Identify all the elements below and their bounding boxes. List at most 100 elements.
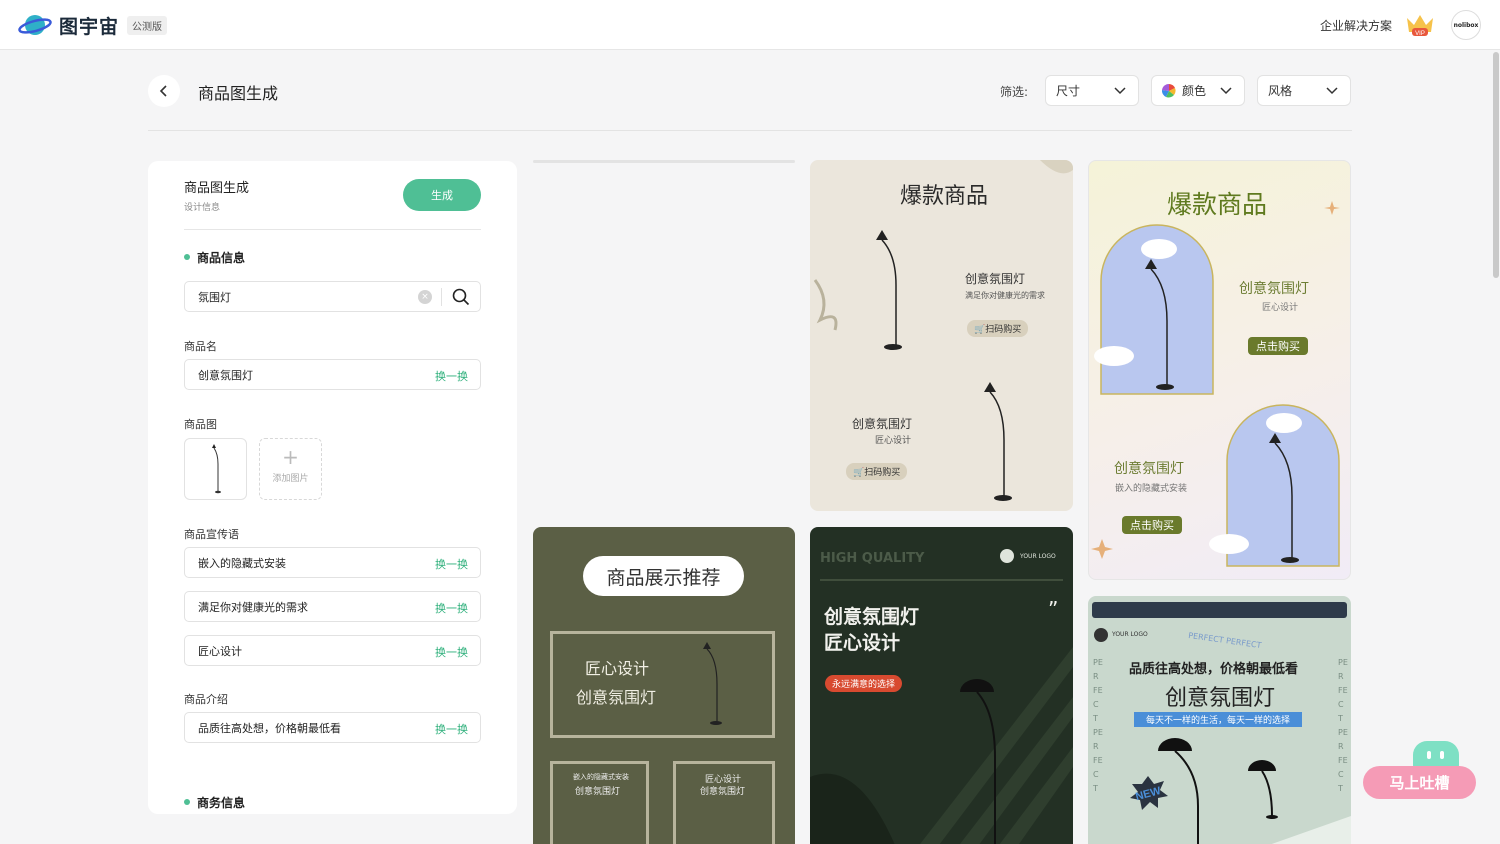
color-filter-select[interactable]: 颜色 — [1151, 75, 1245, 106]
card-product-name: 创意氛围灯 — [852, 417, 913, 431]
swap-button[interactable]: 换一换 — [435, 644, 468, 660]
buy-button[interactable]: 🛒扫码购买 — [846, 463, 908, 480]
page-scrollbar-thumb[interactable] — [1493, 52, 1499, 278]
size-filter-select[interactable]: 尺寸 — [1045, 75, 1139, 106]
logo-icon — [1094, 628, 1108, 642]
slogan-value: 嵌入的隐藏式安装 — [198, 556, 286, 570]
buy-button[interactable]: 🛒扫码购买 — [967, 320, 1029, 337]
card-logo-text: YOUR LOGO — [1112, 631, 1148, 638]
card-headline: 爆款商品 — [1167, 190, 1268, 219]
header-divider — [148, 130, 1352, 131]
cart-icon: 🛒 — [853, 468, 865, 478]
card-tag: 永远满意的选择 — [825, 675, 903, 692]
card-top-strip — [1092, 602, 1347, 618]
card-line-1: 品质往高处想，价格朝最低看 — [1129, 662, 1299, 677]
result-card-loading[interactable] — [533, 160, 795, 163]
card-small-text: 创意氛围灯 — [575, 787, 621, 797]
top-bar: 图宇宙 公测版 企业解决方案 VIP nolibox — [0, 0, 1500, 50]
feedback-label: 马上吐槽 — [1363, 766, 1476, 799]
planet-logo-icon[interactable] — [18, 11, 52, 39]
chevron-down-icon — [1220, 87, 1232, 95]
intro-value: 品质往高处想，价格朝最低看 — [198, 721, 341, 735]
feedback-button[interactable]: 马上吐槽 — [1363, 741, 1476, 799]
card-product-name: 创意氛围灯 — [1239, 281, 1309, 297]
product-search-input[interactable]: 氛围灯 × — [184, 281, 481, 312]
product-image-thumbnail[interactable] — [184, 438, 247, 500]
enterprise-solutions-link[interactable]: 企业解决方案 — [1320, 17, 1392, 34]
product-info-heading: 商品信息 — [184, 249, 245, 266]
beta-badge: 公测版 — [127, 16, 167, 35]
search-icon[interactable] — [452, 288, 470, 306]
card-product-name: 创意氛围灯 — [1114, 461, 1184, 477]
page-title: 商品图生成 — [198, 84, 279, 103]
intro-label: 商品介绍 — [184, 693, 228, 706]
slogan-label: 商品宣传语 — [184, 528, 239, 541]
style-filter-label: 风格 — [1268, 84, 1293, 98]
card-illustration: NEW — [1130, 738, 1351, 844]
card-product-desc: 满足你对健康光的需求 — [965, 291, 1045, 300]
card-subtitle: 每天不一样的生活，每天一样的选择 — [1134, 712, 1303, 727]
chevron-left-icon — [159, 85, 167, 97]
vip-label: VIP — [1415, 31, 1425, 37]
card-product-desc: 匠心设计 — [1262, 303, 1299, 313]
buy-button[interactable]: 点击购买 — [1122, 516, 1182, 534]
design-info-panel: 商品图生成 设计信息 生成 商品信息 氛围灯 × 商品名 创意氛围灯 换一换 商… — [148, 161, 517, 814]
swap-button[interactable]: 换一换 — [435, 368, 468, 384]
card-title-1: 创意氛围灯 — [824, 606, 920, 628]
search-value: 氛围灯 — [198, 290, 231, 304]
chevron-down-icon — [1326, 87, 1338, 95]
swap-button[interactable]: 换一换 — [435, 556, 468, 572]
result-card-olive[interactable]: 商品展示推荐 匠心设计 创意氛围灯 嵌入的隐藏式安装 创意氛围灯 匠心设计 创意… — [533, 527, 795, 844]
quote-mark: ” — [1048, 597, 1059, 621]
chevron-down-icon — [1114, 87, 1126, 95]
card-line-1: 匠心设计 — [585, 659, 650, 678]
back-button[interactable] — [148, 75, 180, 107]
style-filter-select[interactable]: 风格 — [1257, 75, 1351, 106]
result-card-sage[interactable]: YOUR LOGO PERFECT PERFECT 品质往高处想，价格朝最低看 … — [1088, 596, 1351, 844]
card-small-text: 创意氛围灯 — [700, 787, 746, 797]
card-product-desc: 嵌入的隐藏式安装 — [1115, 484, 1188, 494]
generate-button[interactable]: 生成 — [403, 179, 481, 211]
user-avatar[interactable]: nolibox — [1451, 10, 1481, 40]
product-image-label: 商品图 — [184, 418, 217, 431]
add-image-label: 添加图片 — [272, 474, 309, 484]
swap-button[interactable]: 换一换 — [435, 721, 468, 737]
lamp-image — [703, 642, 722, 725]
slogan-value: 匠心设计 — [198, 644, 242, 658]
color-wheel-icon — [1162, 83, 1176, 98]
lamp-image — [212, 444, 221, 494]
slogan-field-1[interactable]: 嵌入的隐藏式安装 换一换 — [184, 547, 481, 578]
panel-subtitle: 设计信息 — [184, 203, 221, 213]
card-line-2: 创意氛围灯 — [576, 688, 657, 707]
result-card-pastel[interactable]: 爆款商品 创意氛围灯 匠心设计 点击购买 创意氛围灯 嵌入的隐藏式安装 点击购买 — [1088, 160, 1351, 580]
color-filter-label: 颜色 — [1182, 84, 1207, 98]
swap-button[interactable]: 换一换 — [435, 600, 468, 616]
vip-crown-icon[interactable]: VIP — [1405, 12, 1435, 38]
card-logo-text: YOUR LOGO — [1020, 553, 1056, 560]
size-filter-label: 尺寸 — [1056, 84, 1081, 98]
card-top-text: HIGH QUALITY — [820, 551, 925, 566]
product-name-label: 商品名 — [184, 340, 217, 353]
card-illustration — [813, 160, 1073, 501]
result-card-dark-green[interactable]: HIGH QUALITY YOUR LOGO 创意氛围灯 匠心设计 ” 永远满意… — [810, 527, 1073, 844]
card-perfect-text: PERFECT PERFECT — [1187, 630, 1262, 651]
card-headline: 商品展示推荐 — [583, 556, 744, 596]
clear-icon[interactable]: × — [418, 290, 432, 304]
product-name-value: 创意氛围灯 — [198, 368, 253, 382]
buy-label: 扫码购买 — [985, 325, 1022, 335]
filter-label: 筛选: — [1000, 85, 1029, 99]
card-headline: 爆款商品 — [900, 184, 989, 209]
card-product-desc: 匠心设计 — [875, 436, 912, 446]
slogan-field-3[interactable]: 匠心设计 换一换 — [184, 635, 481, 666]
intro-field[interactable]: 品质往高处想，价格朝最低看 换一换 — [184, 712, 481, 743]
card-title: 创意氛围灯 — [1165, 686, 1276, 711]
product-name-field[interactable]: 创意氛围灯 换一换 — [184, 359, 481, 390]
result-card-beige[interactable]: 爆款商品 创意氛围灯 满足你对健康光的需求 🛒扫码购买 创意氛围灯 匠心设计 🛒… — [810, 160, 1073, 511]
slogan-field-2[interactable]: 满足你对健康光的需求 换一换 — [184, 591, 481, 622]
search-separator — [441, 288, 442, 306]
buy-label: 扫码购买 — [864, 468, 901, 478]
buy-button[interactable]: 点击购买 — [1248, 337, 1308, 355]
panel-divider — [184, 229, 481, 230]
brand-name[interactable]: 图宇宙 — [59, 12, 119, 39]
add-image-button[interactable]: + 添加图片 — [259, 438, 322, 500]
